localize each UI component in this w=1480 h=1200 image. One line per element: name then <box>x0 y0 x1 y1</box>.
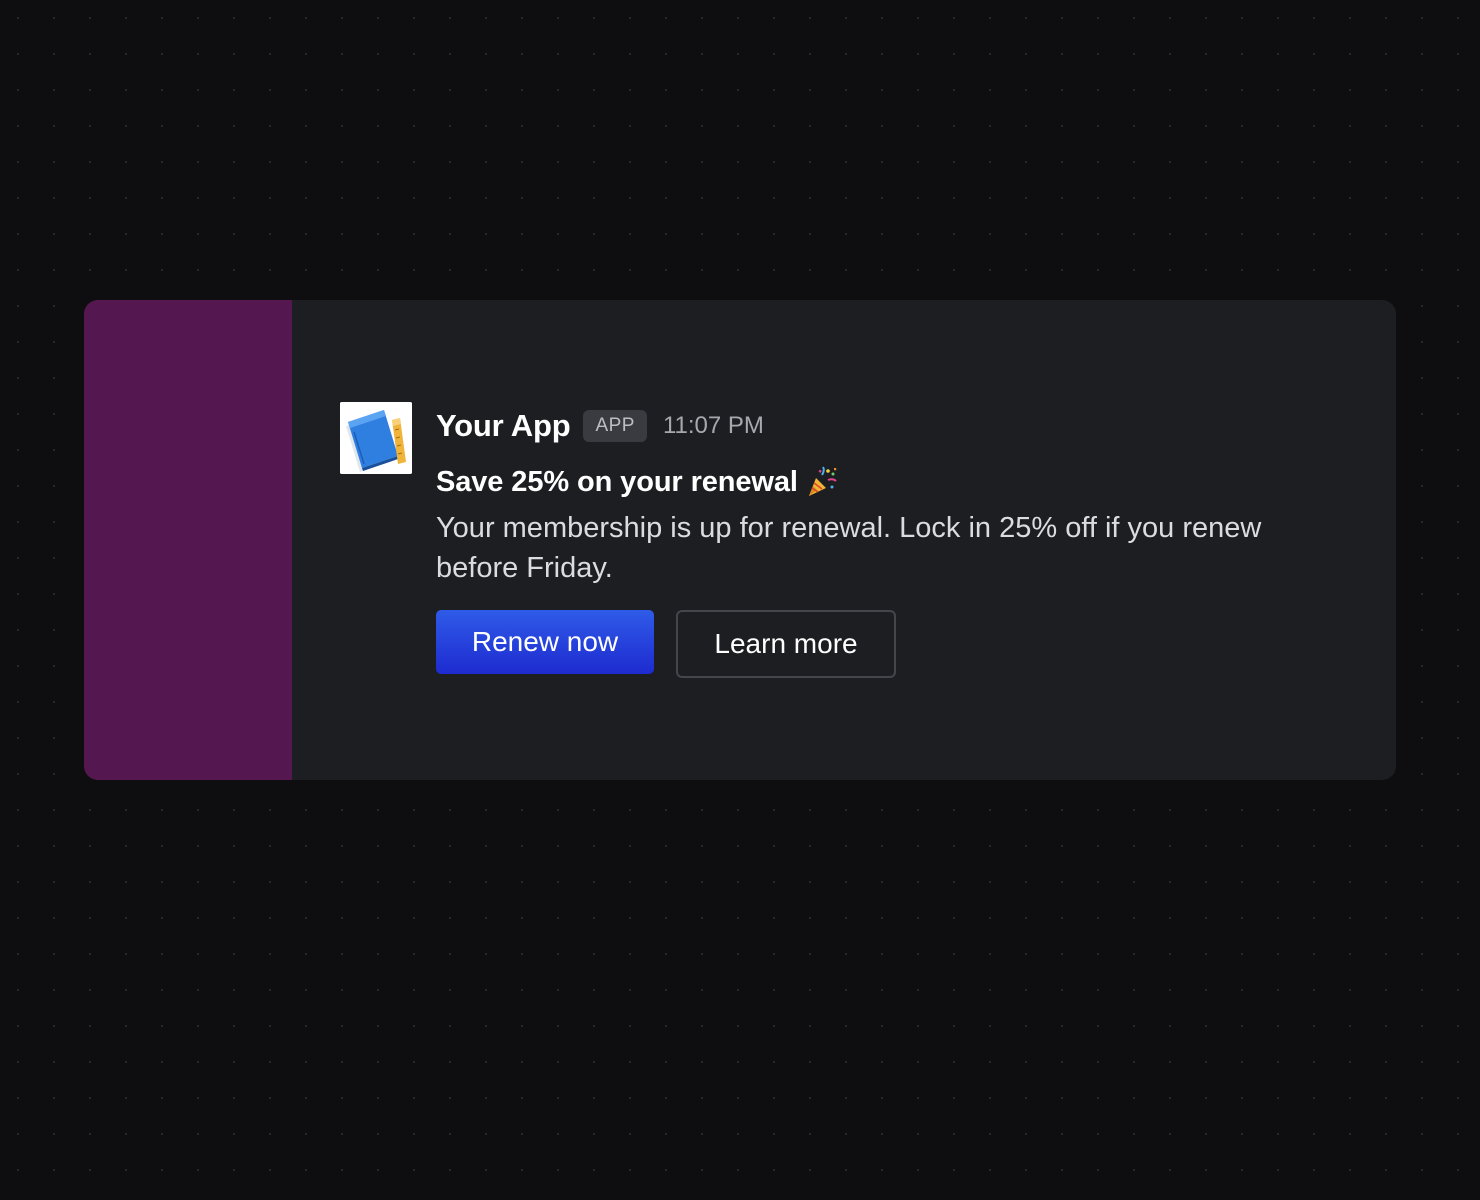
accent-bar <box>84 300 292 780</box>
action-buttons: Renew now Learn more <box>436 610 1336 678</box>
renew-now-button[interactable]: Renew now <box>436 610 654 674</box>
message-title-row: Save 25% on your renewal <box>436 462 1336 502</box>
notebook-ruler-icon <box>340 402 412 474</box>
message-content: Your App APP 11:07 PM Save 25% on your r… <box>436 404 1336 678</box>
message-title: Save 25% on your renewal <box>436 465 798 498</box>
notification-card: Your App APP 11:07 PM Save 25% on your r… <box>84 300 1396 780</box>
timestamp[interactable]: 11:07 PM <box>663 412 764 440</box>
message-header: Your App APP 11:07 PM <box>436 404 1336 448</box>
message-body: Your membership is up for renewal. Lock … <box>436 512 1262 584</box>
app-name[interactable]: Your App <box>436 408 571 444</box>
party-popper-icon <box>808 466 837 496</box>
learn-more-button[interactable]: Learn more <box>676 610 896 678</box>
app-badge: APP <box>583 410 647 442</box>
notification-body: Your App APP 11:07 PM Save 25% on your r… <box>292 300 1396 780</box>
